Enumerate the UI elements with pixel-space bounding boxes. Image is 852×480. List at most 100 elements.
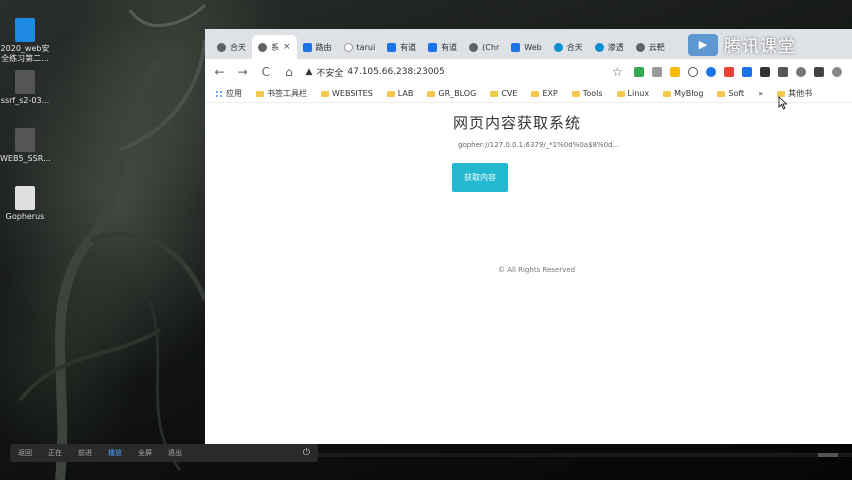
star-icon[interactable]: ☆ [611,65,624,79]
tab-hetian-2[interactable]: 合天 [548,35,589,59]
extension-icon[interactable] [778,67,788,77]
extension-icon[interactable] [814,67,824,77]
bookmark-label: LAB [397,89,414,98]
extension-icon[interactable] [670,67,680,77]
extension-icon[interactable] [742,67,752,77]
diamond-icon [553,42,563,52]
globe-icon [258,42,267,52]
control-item[interactable]: 前进 [78,448,92,458]
file-icon [15,128,35,152]
bookmark-folder[interactable]: LAB [386,89,414,98]
browser-toolbar: ← → C ⌂ ▲ 不安全 47.105.66.238:23005 ☆ [205,59,852,85]
tab-luyou[interactable]: 路由 [297,35,338,59]
bookmark-label: GR_BLOG [438,89,477,98]
extensions-bar [634,67,852,77]
bookmark-icon [387,42,397,52]
globe-icon [635,42,645,52]
bookmark-folder[interactable]: WEBSITES [321,89,373,98]
address-bar[interactable]: ▲ 不安全 47.105.66.238:23005 [305,66,520,79]
tab-hetian[interactable]: 合天 [211,35,252,59]
power-icon[interactable]: ⏻ [303,448,310,458]
bookmarks-more-button[interactable]: » [758,89,763,98]
watermark-brand: 腾讯课堂 [724,37,796,57]
tab-label: 有道 [441,42,458,52]
fetch-content-button[interactable]: 获取内容 [452,163,508,192]
bookmark-label: WEBSITES [332,89,373,98]
bookmark-folder[interactable]: EXP [531,89,558,98]
bookmarks-bar: 应用 书签工具栏 WEBSITES LAB GR_BLOG CVE EXP To… [205,85,852,103]
folder-icon [386,90,395,97]
extension-icon[interactable] [652,67,662,77]
bookmark-label: 应用 [226,89,242,98]
folder-icon [531,90,540,97]
desktop-icon-ssrf[interactable]: ssrf_s2-03... [0,70,50,106]
tab-label: tarui [356,42,376,52]
reload-icon[interactable]: C [259,65,272,79]
bookmark-icon [343,42,353,52]
control-item[interactable]: 播放 [108,448,122,458]
control-item[interactable]: 退出 [168,448,182,458]
browser-window: 合天 系 × 路由 tarui 有道 有道 (Chr Web 合天 渗透 云靶 … [205,29,852,444]
bookmark-folder[interactable]: GR_BLOG [427,89,476,98]
avatar[interactable] [832,67,842,77]
tab-label: 渗透 [607,42,624,52]
bookmark-apps[interactable]: 应用 [215,88,242,99]
bookmark-folder[interactable]: Soft [717,89,744,98]
apps-icon [215,89,223,98]
desktop-icon-label: Gopherus [5,212,45,221]
control-item[interactable]: 全屏 [138,448,152,458]
desktop-icon-label: WEB5_SSR... [0,154,50,163]
folder-icon [321,90,329,97]
tab-chrome[interactable]: (Chr [463,35,505,59]
folder-icon [616,90,625,97]
tab-tarui[interactable]: tarui [338,35,382,59]
extension-icon[interactable] [724,67,734,77]
tab-label: 合天 [230,42,246,52]
desktop-icon-web5[interactable]: WEB5_SSR... [0,128,50,164]
extension-icon[interactable] [688,67,698,77]
tab-active[interactable]: 系 × [252,35,297,59]
bookmark-label: 其他书 [788,89,813,98]
bookmark-folder[interactable]: Linux [616,89,649,98]
video-control-bar: 返回 正在 前进 播放 全屏 退出 ⏻ [10,444,318,462]
desktop-icon-label: ssrf_s2-03... [0,96,50,105]
close-icon[interactable]: × [283,42,291,52]
extension-icon[interactable] [706,67,716,77]
back-icon[interactable]: ← [213,65,226,79]
progress-track[interactable] [318,453,852,457]
tab-label: 合天 [566,42,583,52]
bookmark-folder[interactable]: MyBlog [663,89,703,98]
play-icon: ▶ [688,33,718,56]
extension-icon[interactable] [760,67,770,77]
folder-icon [490,90,499,97]
extension-icon[interactable] [634,67,644,77]
folder-icon [15,18,35,42]
tab-yunba[interactable]: 云靶 [630,35,671,59]
tab-web[interactable]: Web [505,35,547,59]
tab-youdao-1[interactable]: 有道 [381,35,422,59]
home-icon[interactable]: ⌂ [282,65,295,79]
desktop-icon-2020-web[interactable]: 2020_web安 全练习第二... [0,18,50,64]
bookmark-folder[interactable]: CVE [490,89,517,98]
bookmark-folder[interactable]: 书签工具栏 [256,88,307,99]
control-item[interactable]: 返回 [18,448,32,458]
control-item[interactable]: 正在 [48,448,62,458]
extension-icon[interactable] [796,67,806,77]
forward-icon[interactable]: → [236,65,249,79]
tab-label: 有道 [400,42,417,52]
bookmark-folder[interactable]: Tools [571,89,603,98]
tab-label: 云靶 [648,42,665,52]
folder-icon [663,90,672,97]
desktop-icon-label: 2020_web安 [0,44,50,53]
mouse-cursor-icon [778,96,788,110]
security-label: 不安全 [316,68,344,79]
bookmark-label: MyBlog [674,89,704,98]
progress-segment [818,453,838,457]
bookmark-icon [302,42,312,52]
folder-icon [256,90,264,97]
diamond-icon [594,42,604,52]
tab-shentou[interactable]: 渗透 [589,35,630,59]
tab-youdao-2[interactable]: 有道 [422,35,463,59]
tab-label: 系 [271,42,279,52]
desktop-icon-gopherus[interactable]: Gopherus [0,186,50,222]
